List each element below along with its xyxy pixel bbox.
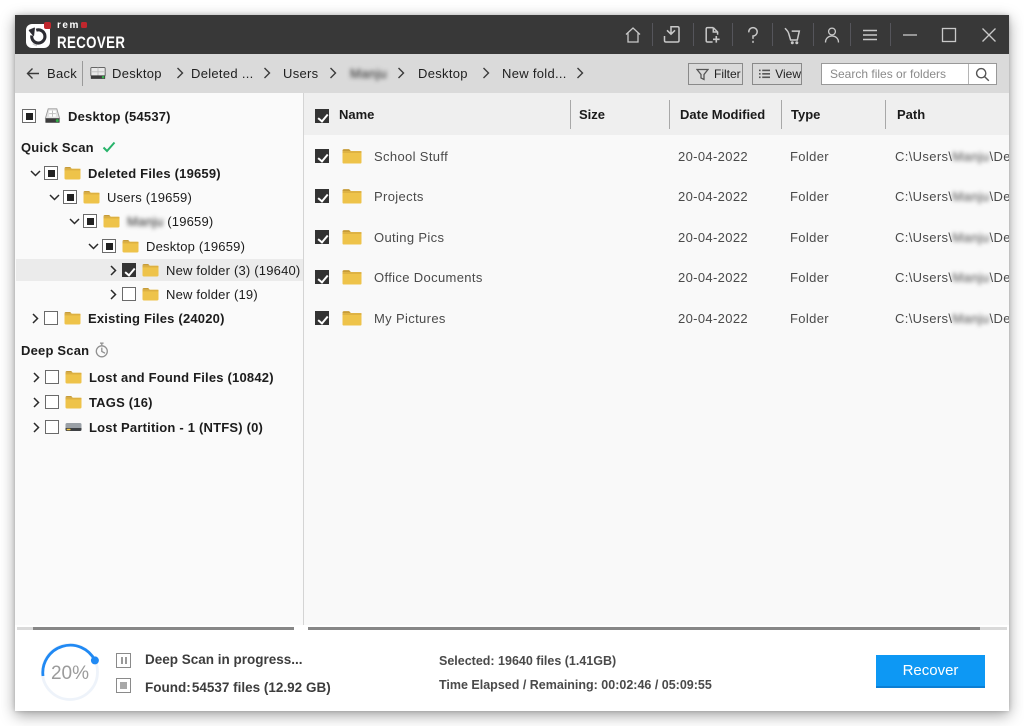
svg-text:20%: 20% [51, 663, 89, 684]
